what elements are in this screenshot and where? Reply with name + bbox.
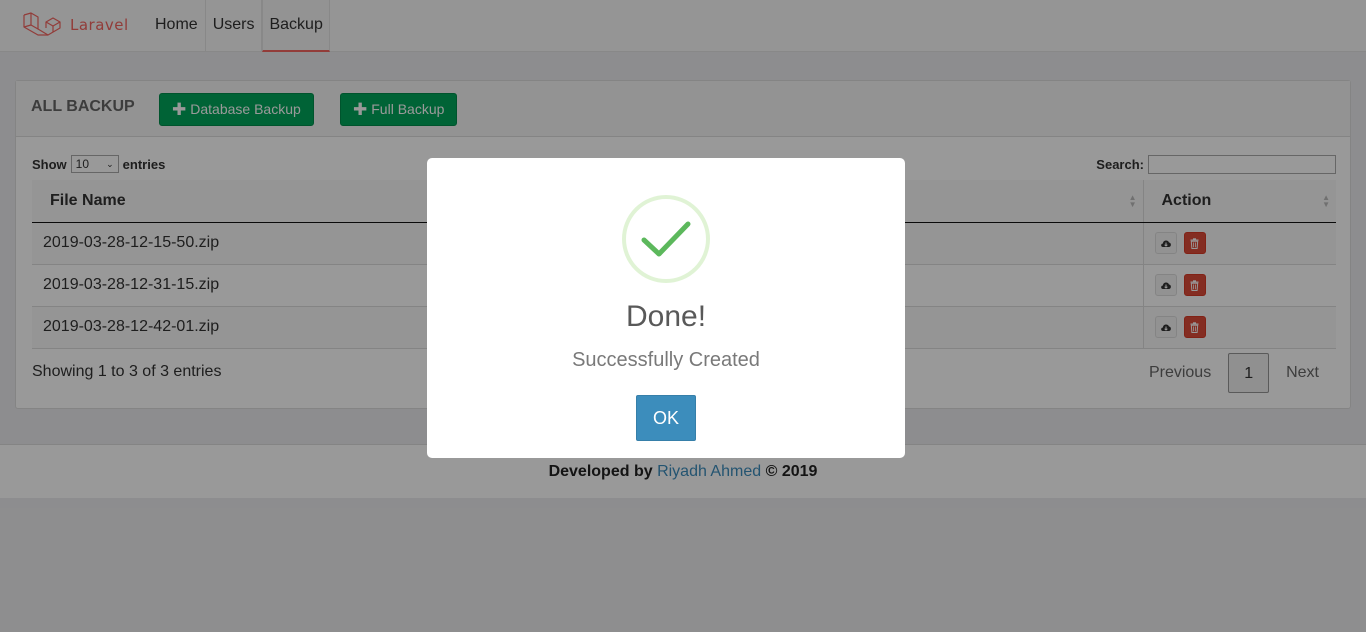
modal-text: Successfully Created [572, 349, 760, 371]
check-icon [641, 221, 691, 257]
success-modal: Done! Successfully Created OK [427, 158, 905, 458]
ok-button[interactable]: OK [636, 395, 696, 441]
modal-title: Done! [625, 300, 707, 333]
success-icon-ring [622, 195, 710, 283]
